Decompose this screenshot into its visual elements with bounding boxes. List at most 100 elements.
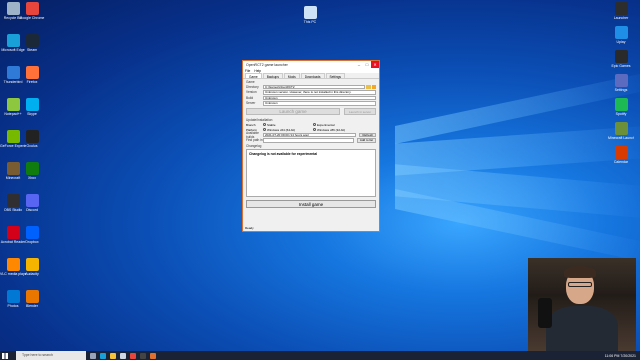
left-desktop-icon[interactable]: Oculus (19, 130, 45, 156)
app-icon (6, 290, 20, 303)
streamer-hair (564, 266, 596, 278)
branch-experimental-radio[interactable]: Experimental (313, 123, 363, 127)
menu-help[interactable]: Help (254, 69, 261, 73)
streamer-body (546, 306, 618, 351)
tab-game[interactable]: Game (245, 73, 262, 79)
build-field: Unknown (263, 95, 376, 100)
app-icon (614, 74, 628, 87)
obs-taskbar-icon[interactable] (140, 352, 146, 359)
window-title: OpenRCT2 game launcher (246, 62, 288, 67)
app-icon (25, 66, 39, 79)
maximize-icon[interactable]: □ (363, 61, 371, 68)
app-icon (614, 122, 628, 135)
add-to-list-button[interactable]: Add to list (356, 138, 376, 143)
warning-icon (372, 84, 376, 89)
app-icon (614, 98, 628, 111)
clock: 11:06 PM (604, 353, 620, 358)
right-desktop-icon[interactable]: Calendar (608, 146, 634, 172)
store-taskbar-icon[interactable] (120, 352, 126, 359)
builds-select[interactable]: 2021-07-20 09:00 (14 hours ago) (263, 132, 357, 137)
taskbar-search-input[interactable]: Type here to search (16, 351, 86, 360)
tab-backups[interactable]: Backups (262, 73, 283, 79)
left-desktop-icon[interactable]: Xbox (19, 162, 45, 188)
path-label: Find path in (246, 138, 263, 143)
app-icon (6, 66, 20, 79)
install-game-button[interactable]: Install game (246, 200, 376, 208)
left-desktop-icon[interactable]: Blender (19, 290, 45, 316)
app-icon (25, 98, 39, 111)
app-icon (614, 26, 628, 39)
app-icon (6, 162, 20, 175)
right-desktop-icon[interactable]: Settings (608, 74, 634, 100)
desktop-icon-label: Settings (614, 88, 628, 92)
directory-label: Directory (246, 84, 259, 89)
desktop-icon-label: Firefox (26, 80, 38, 84)
left-desktop-icon[interactable]: Skype (19, 98, 45, 124)
desktop-icon-label: Spotify (615, 112, 627, 116)
version-label: Version (246, 90, 257, 95)
left-desktop-icon[interactable]: Discord (19, 194, 45, 220)
minimize-icon[interactable]: – (355, 61, 363, 68)
desktop-icon-label: Blender (25, 304, 39, 308)
tab-mods[interactable]: Mods (283, 73, 300, 79)
desktop-icon-label: Launcher (613, 16, 629, 20)
app-icon (6, 34, 20, 47)
start-button-icon[interactable] (2, 352, 8, 359)
menu-file[interactable]: File (245, 69, 250, 73)
close-icon[interactable]: ✕ (371, 61, 379, 68)
app-icon (25, 258, 39, 271)
right-desktop-icon[interactable]: Epic Games (608, 50, 634, 76)
launch-game-button[interactable]: Launch game (246, 108, 340, 115)
refresh-button[interactable]: Refresh (359, 132, 376, 137)
task-view-icon[interactable] (90, 352, 96, 359)
explorer-taskbar-icon[interactable] (110, 352, 116, 359)
branch-stable-radio[interactable]: Stable (263, 123, 313, 127)
desktop-icon-label: Calendar (613, 160, 629, 164)
platform-x64-radio[interactable]: Windows x64 (64-bit) (263, 128, 313, 132)
app-icon (6, 258, 20, 271)
left-desktop-icon[interactable]: Google Chrome (19, 2, 45, 28)
platform-x86-radio[interactable]: Windows x86 (32-bit) (313, 128, 363, 132)
launcher-taskbar-icon[interactable] (150, 352, 156, 359)
branch-label: Branch (246, 122, 256, 127)
app-icon (6, 98, 20, 111)
changelog-box[interactable]: Changelog is not available for experimen… (246, 149, 376, 197)
desktop-icon-label: Google Chrome (19, 16, 45, 20)
taskbar: Type here to search 11:06 PM 7/20/2021 (0, 351, 640, 360)
right-desktop-icon[interactable]: Minecraft Launcher (608, 122, 634, 148)
status-text: Ready (245, 226, 254, 230)
app-icon (614, 2, 628, 15)
version-field: Unknown version. However, there is not i… (263, 90, 376, 95)
app-icon (6, 194, 20, 207)
server-label: Server (246, 101, 256, 106)
path-field[interactable] (263, 138, 354, 143)
left-desktop-icon[interactable]: Firefox (19, 66, 45, 92)
directory-field[interactable]: C:\Games\OpenRCT2 (263, 84, 365, 89)
tab-settings[interactable]: Settings (325, 73, 346, 79)
streamer-glasses (568, 282, 592, 287)
app-icon (25, 130, 39, 143)
app-icon (25, 226, 39, 239)
right-desktop-icon[interactable]: Uplay (608, 26, 634, 52)
right-desktop-icon[interactable]: Spotify (608, 98, 634, 124)
tab-downloads[interactable]: Downloads (300, 73, 325, 79)
this-pc-desktop-icon[interactable]: This PC (297, 6, 323, 32)
left-desktop-icon[interactable]: Audacity (19, 258, 45, 284)
tab-strip: Game Backups Mods Downloads Settings (243, 73, 379, 79)
launcher-window[interactable]: OpenRCT2 game launcher – □ ✕ File Help G… (242, 60, 380, 232)
right-desktop-icon[interactable]: Launcher (608, 2, 634, 28)
edge-taskbar-icon[interactable] (100, 352, 106, 359)
app-icon (25, 162, 39, 175)
title-bar[interactable]: OpenRCT2 game launcher – □ ✕ (243, 61, 379, 68)
system-tray[interactable]: 11:06 PM 7/20/2021 (605, 354, 640, 358)
date: 7/20/2021 (620, 353, 636, 358)
desktop-icon-label: Minecraft Launcher (608, 136, 634, 140)
desktop-icon-label: Oculus (26, 144, 38, 148)
browse-folder-icon[interactable] (366, 84, 371, 89)
left-desktop-icon[interactable]: Steam (19, 34, 45, 60)
chrome-taskbar-icon[interactable] (130, 352, 136, 359)
launch-server-button[interactable]: Launch in server (344, 108, 376, 115)
app-icon (614, 146, 628, 159)
app-icon (6, 226, 20, 239)
left-desktop-icon[interactable]: Dropbox (19, 226, 45, 252)
